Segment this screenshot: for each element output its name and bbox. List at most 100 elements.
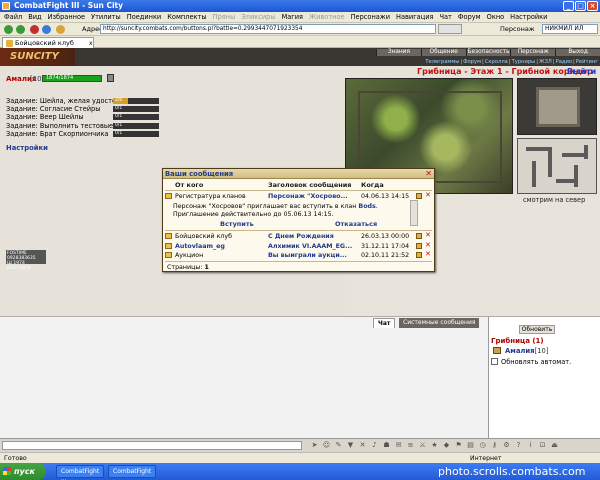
delete-icon[interactable]: ✕ — [425, 231, 431, 240]
star-icon[interactable]: ★ — [430, 441, 439, 450]
menu-item[interactable]: Комплекты — [167, 13, 206, 21]
menu-item[interactable]: Поединки — [127, 13, 161, 21]
page-number[interactable]: 1 — [205, 264, 209, 271]
character-info-icon[interactable] — [107, 74, 114, 82]
menu-item[interactable]: Форум — [458, 13, 481, 21]
gear-icon[interactable]: ⚙ — [502, 441, 511, 450]
auto-refresh-checkbox[interactable] — [491, 358, 498, 365]
nav-item[interactable]: Знания — [376, 49, 421, 56]
nav-item[interactable]: Выход — [555, 49, 600, 56]
settings-link[interactable]: Настройки — [6, 144, 48, 152]
menu-item[interactable]: Животное — [309, 13, 345, 21]
stop-icon[interactable] — [30, 25, 39, 34]
refresh-button[interactable]: Обновить — [519, 325, 555, 334]
tab-fight-club[interactable]: Бойцовский клуб x — [2, 37, 94, 48]
subnav-item[interactable]: Телеграммы — [425, 59, 459, 65]
address-input[interactable]: http://suncity.combats.com/buttons.pl?ba… — [100, 24, 436, 34]
top-nav: Знания Общение Безопасность Персонаж Выход — [376, 49, 600, 56]
book-icon[interactable]: ▤ — [466, 441, 475, 450]
menu-item[interactable]: Окно — [487, 13, 505, 21]
tab-system-messages[interactable]: Системные сообщения — [399, 318, 480, 328]
message-row[interactable]: Аукцион Вы выиграли аукци... 02.10.11 21:5… — [165, 250, 432, 260]
subnav-item[interactable]: Скролла — [485, 59, 508, 65]
chat-input[interactable] — [2, 441, 302, 450]
lock-icon[interactable] — [416, 242, 422, 249]
movement-compass[interactable] — [517, 78, 597, 135]
home-icon[interactable] — [56, 25, 65, 34]
close-window-button[interactable]: × — [587, 1, 598, 11]
delete-icon[interactable]: ✕ — [425, 191, 431, 200]
back-icon[interactable] — [4, 25, 13, 34]
join-clan-link[interactable]: Вступить — [220, 220, 254, 228]
subnav-item[interactable]: Радио — [556, 59, 572, 65]
filter-icon[interactable]: ▼ — [346, 441, 355, 450]
clock-icon[interactable]: ◷ — [478, 441, 487, 450]
menu-item[interactable]: Настройки — [510, 13, 547, 21]
menu-item[interactable]: Вид — [28, 13, 41, 21]
menu-item[interactable]: Чат — [439, 13, 451, 21]
send-icon[interactable]: ➤ — [310, 441, 319, 450]
people-icon[interactable]: ☗ — [382, 441, 391, 450]
chat-area[interactable] — [0, 316, 488, 438]
subnav-item[interactable]: Турниры — [512, 59, 536, 65]
maximize-button[interactable]: □ — [575, 1, 586, 11]
minimize-button[interactable]: _ — [563, 1, 574, 11]
delete-icon[interactable]: ✕ — [425, 250, 431, 259]
online-users-panel: Обновить Грибница (1) Амалия[10] Обновля… — [488, 316, 600, 438]
clear-icon[interactable]: ✕ — [358, 441, 367, 450]
menu-item[interactable]: Файл — [4, 13, 22, 21]
nav-item[interactable]: Персонаж — [510, 49, 556, 56]
nav-item[interactable]: Общение — [420, 49, 466, 56]
exit-icon[interactable]: ⏏ — [550, 441, 559, 450]
exit-link[interactable]: Выйти — [567, 67, 596, 76]
nav-item[interactable]: Безопасность — [465, 49, 511, 56]
pencil-icon[interactable]: ✎ — [334, 441, 343, 450]
taskbar-item-combatfight3[interactable]: CombatFight III — [56, 465, 104, 480]
bell-icon[interactable]: ♪ — [370, 441, 379, 450]
start-button[interactable]: пуск — [0, 463, 46, 480]
lock-icon[interactable]: ⊡ — [538, 441, 547, 450]
subnav-item[interactable]: ЖЗЛ — [539, 59, 552, 65]
menu-item[interactable]: Магия — [282, 13, 303, 21]
online-user[interactable]: Амалия[10] — [505, 347, 548, 355]
help-icon[interactable]: ? — [514, 441, 523, 450]
message-subject[interactable]: Алхимик VI.AAAM_EG... — [268, 242, 352, 251]
key-icon[interactable]: ⚷ — [490, 441, 499, 450]
scroll-icon[interactable]: ≡ — [406, 441, 415, 450]
message-subject[interactable]: Персонаж "Хосрово... — [268, 192, 352, 201]
shield-icon[interactable]: ◆ — [442, 441, 451, 450]
lock-icon[interactable] — [416, 252, 422, 258]
message-row[interactable]: Autovlaam_eg Алхимик VI.AAAM_EG... 31.12.1… — [165, 241, 432, 251]
lock-icon[interactable] — [416, 193, 422, 199]
taskbar-item-combatfight[interactable]: CombatFight — [108, 465, 156, 478]
forward-icon[interactable] — [16, 25, 25, 34]
menu-item[interactable]: Избранное — [48, 13, 85, 21]
delete-icon[interactable]: ✕ — [425, 241, 431, 250]
decline-clan-link[interactable]: Отказаться — [335, 220, 377, 228]
message-scrollbar[interactable] — [410, 200, 418, 226]
watermark: photo.scrolls.combats.com — [438, 465, 586, 478]
sword-icon[interactable]: ⚔ — [418, 441, 427, 450]
subnav-item[interactable]: Форум — [463, 59, 481, 65]
smile-icon[interactable]: ☺ — [322, 441, 331, 450]
tab-chat[interactable]: Чат — [373, 318, 396, 328]
flag-icon[interactable]: ⚑ — [454, 441, 463, 450]
menu-item[interactable]: Эликсиры — [241, 13, 275, 21]
go-button[interactable] — [438, 24, 462, 34]
menu-item[interactable]: Персонажи — [351, 13, 390, 21]
message-subject[interactable]: Вы выиграли аукци... — [268, 251, 352, 260]
lock-icon[interactable] — [416, 233, 422, 239]
menu-item[interactable]: Пряны — [213, 13, 236, 21]
message-row[interactable]: Бойцовский клуб С Днем Рождения 26.03.13 0… — [165, 231, 432, 241]
menu-item[interactable]: Навигация — [396, 13, 433, 21]
menu-item[interactable]: Утилиты — [91, 13, 121, 21]
refresh-icon[interactable] — [42, 25, 51, 34]
dialog-close-button[interactable]: ✕ — [425, 169, 432, 179]
mail-icon[interactable]: ✉ — [394, 441, 403, 450]
message-row-open[interactable]: Регистратура кланов Персонаж "Хосрово...… — [165, 191, 432, 201]
subnav-item[interactable]: Рейтинг — [576, 59, 598, 65]
character-select[interactable]: НИКМИЛ ИЛ — [542, 24, 598, 34]
info-icon[interactable]: i — [526, 441, 535, 450]
user-private-icon[interactable] — [493, 347, 501, 354]
message-subject[interactable]: С Днем Рождения — [268, 232, 352, 241]
